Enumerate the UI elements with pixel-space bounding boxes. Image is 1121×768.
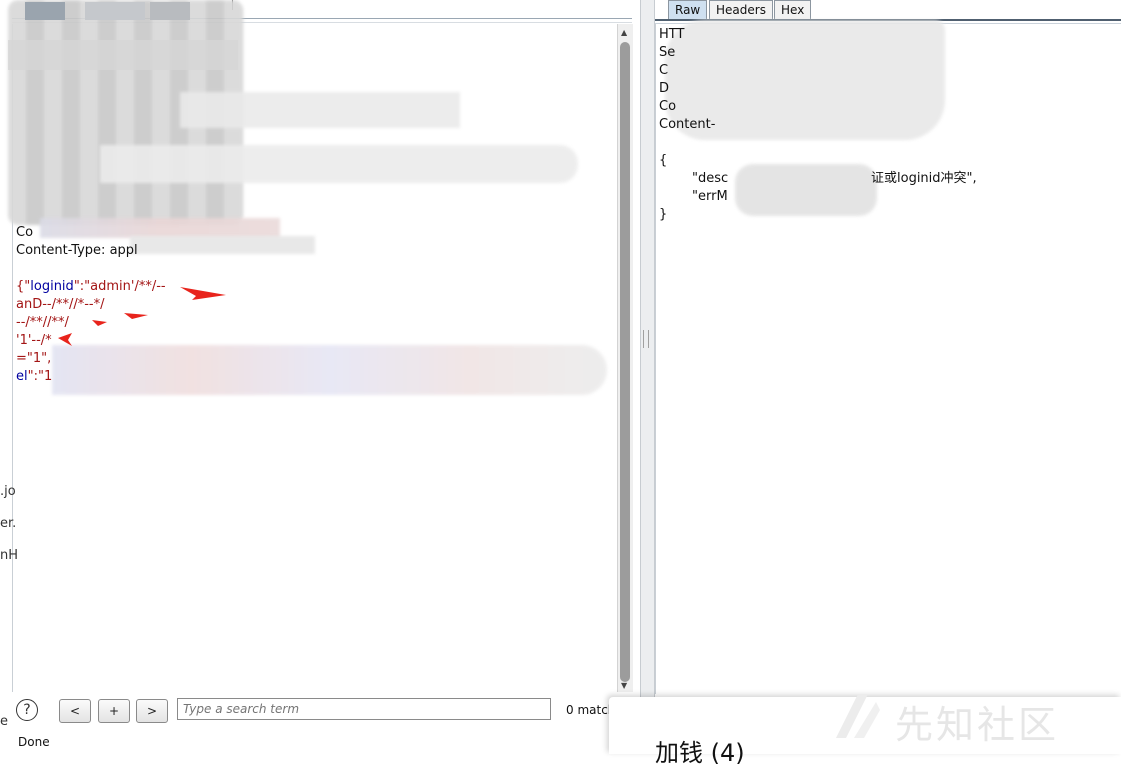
response-line: } [659, 207, 668, 222]
response-line: Co [659, 99, 677, 114]
add-button[interactable]: + [98, 699, 130, 723]
help-icon[interactable]: ? [16, 699, 38, 721]
tab-raw[interactable]: Raw [668, 0, 708, 19]
overlay-title: 加钱 (4) [655, 739, 745, 767]
redacted-region [735, 164, 877, 216]
arrow-4 [58, 333, 72, 346]
arrow-2 [124, 313, 148, 319]
divider [655, 24, 656, 694]
response-line: D [659, 81, 670, 96]
response-line: Content- [659, 117, 716, 132]
search-input[interactable] [177, 698, 551, 720]
splitter-grip-icon[interactable] [643, 330, 649, 348]
next-button[interactable]: > [136, 699, 168, 723]
watermark-logo-icon [836, 694, 880, 738]
response-line: "desc [659, 171, 729, 186]
response-line: Se [659, 45, 676, 60]
clipped-text: e [0, 714, 8, 729]
clipped-text: nH [0, 548, 19, 563]
arrow-1 [180, 287, 226, 300]
match-count: 0 match [566, 703, 616, 717]
status-text: Done [18, 735, 50, 749]
response-line: "errM [659, 189, 728, 204]
arrow-3 [92, 320, 107, 326]
annotation-arrows [58, 287, 226, 346]
watermark: 先知社区 [895, 703, 1060, 747]
response-line: { [659, 153, 668, 168]
clipped-text: .jo [0, 484, 16, 499]
pane-splitter[interactable] [640, 0, 655, 754]
response-line: C [659, 63, 669, 78]
previous-button[interactable]: < [59, 699, 91, 723]
clipped-text: er. [0, 516, 17, 531]
response-line: HTT [659, 27, 685, 42]
tab-headers[interactable]: Headers [709, 0, 773, 19]
response-line: 证或loginid冲突", [871, 171, 977, 186]
tab-hex[interactable]: Hex [774, 0, 812, 19]
